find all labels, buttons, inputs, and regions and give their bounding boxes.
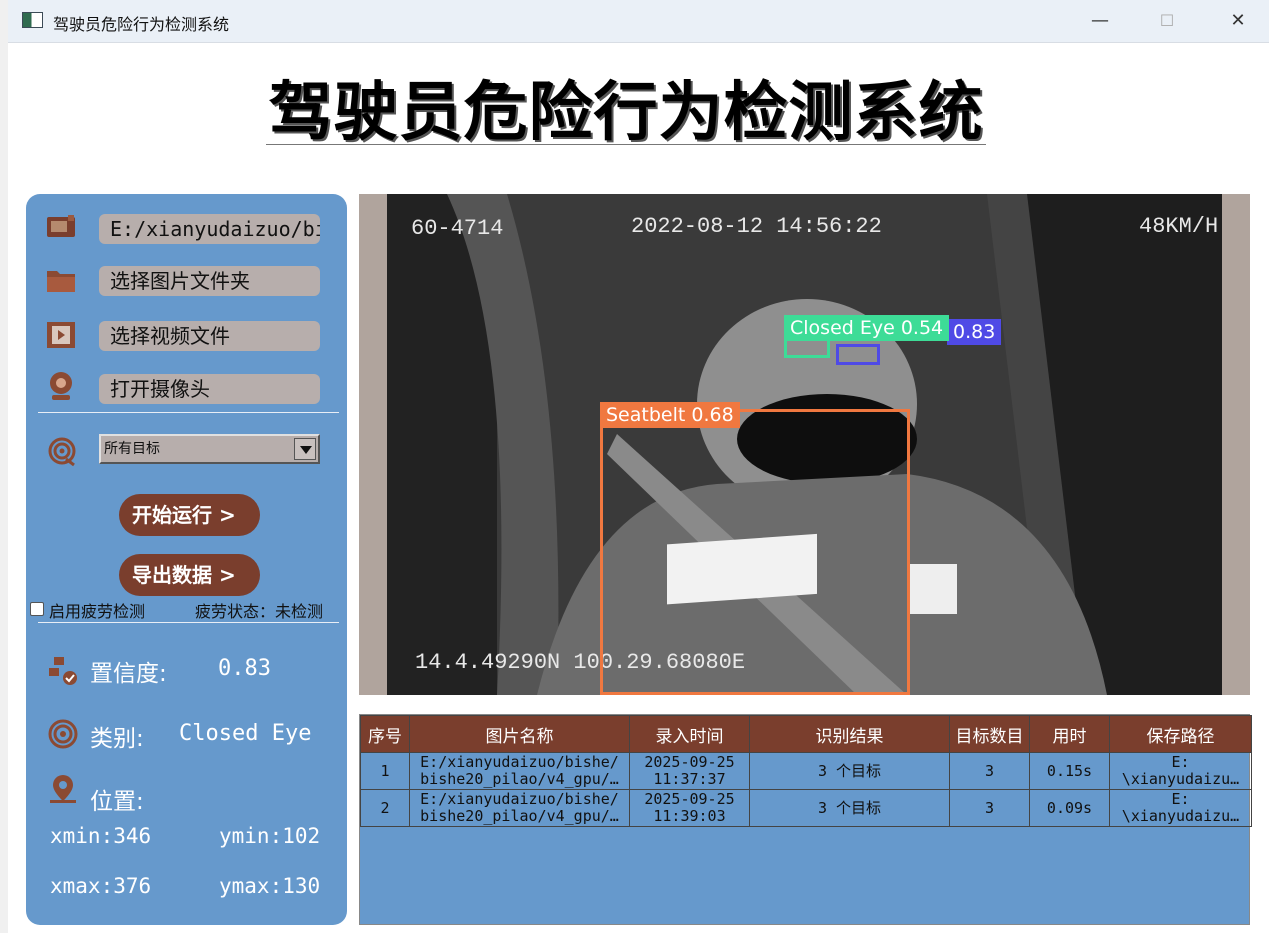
window-title: 驾驶员危险行为检测系统 bbox=[53, 15, 230, 34]
export-data-button[interactable]: 导出数据 > bbox=[119, 554, 260, 596]
fatigue-checkbox-label: 启用疲劳检测 bbox=[49, 602, 146, 621]
cell-result: 3 个目标 bbox=[749, 752, 950, 790]
select-video-button[interactable]: 选择视频文件 bbox=[99, 321, 320, 351]
ymin-value: ymin:102 bbox=[219, 824, 321, 848]
cell-name-line1: E:/xianyudaizuo/bishe/ bbox=[420, 754, 619, 771]
confidence-value: 0.83 bbox=[218, 656, 271, 681]
chevron-down-icon[interactable] bbox=[294, 438, 316, 460]
divider bbox=[38, 622, 339, 623]
detection-box-eye bbox=[836, 344, 880, 365]
column-header[interactable]: 录入时间 bbox=[629, 715, 750, 753]
detection-box-closed-eye bbox=[784, 338, 830, 358]
page-title: 驾驶员危险行为检测系统 bbox=[268, 76, 984, 150]
column-header[interactable]: 识别结果 bbox=[749, 715, 950, 753]
minimize-button[interactable]: — bbox=[1085, 8, 1115, 34]
divider bbox=[38, 412, 339, 413]
main-window: 驾驶员危险行为检测系统 E:/xianyudaizuo/bis 选择图片文件夹 … bbox=[8, 43, 1269, 933]
column-header[interactable]: 用时 bbox=[1029, 715, 1110, 753]
cell-name: E:/xianyudaizuo/bishe/bishe20_pilao/v4_g… bbox=[409, 752, 630, 790]
xmax-value: xmax:376 bbox=[50, 874, 152, 898]
cell-path-line1: E: bbox=[1171, 754, 1190, 771]
select-folder-button[interactable]: 选择图片文件夹 bbox=[99, 266, 320, 296]
class-value: Closed Eye bbox=[179, 721, 312, 746]
cell-path-line2: \xianyudaizu… bbox=[1121, 771, 1240, 788]
folder-icon[interactable] bbox=[46, 267, 76, 293]
location-icon bbox=[50, 775, 76, 803]
title-bar: 驾驶员危险行为检测系统 — ☐ ✕ bbox=[8, 0, 1269, 43]
close-button[interactable]: ✕ bbox=[1223, 8, 1253, 34]
ymax-value: ymax:130 bbox=[219, 874, 321, 898]
cell-time-line1: 2025-09-25 bbox=[644, 791, 735, 808]
cell-path: E: \xianyudaizu… bbox=[1109, 789, 1252, 827]
cell-name: E:/xianyudaizuo/bishe/bishe20_pilao/v4_g… bbox=[409, 789, 630, 827]
image-file-icon[interactable] bbox=[46, 214, 76, 238]
plate-text: 60-4714 bbox=[411, 216, 504, 241]
image-path-button[interactable]: E:/xianyudaizuo/bis bbox=[99, 214, 320, 244]
target-icon bbox=[48, 437, 76, 467]
column-header[interactable]: 保存路径 bbox=[1109, 715, 1252, 753]
detection-box-seatbelt bbox=[600, 409, 910, 695]
app-icon bbox=[22, 12, 43, 28]
speed-text: 48KM/H bbox=[1139, 214, 1219, 239]
open-camera-button[interactable]: 打开摄像头 bbox=[99, 374, 320, 404]
column-header[interactable]: 序号 bbox=[360, 715, 410, 753]
confidence-label: 置信度: bbox=[90, 661, 167, 687]
confidence-icon bbox=[49, 657, 77, 685]
cell-result: 3 个目标 bbox=[749, 789, 950, 827]
cell-time-line1: 2025-09-25 bbox=[644, 754, 735, 771]
class-label: 类别: bbox=[90, 726, 144, 752]
start-run-button[interactable]: 开始运行 > bbox=[119, 494, 260, 536]
fatigue-checkbox[interactable] bbox=[30, 602, 44, 616]
cell-path-line2: \xianyudaizu… bbox=[1121, 808, 1240, 825]
detection-image: 60-4714 2022-08-12 14:56:22 48KM/H 14.4.… bbox=[387, 194, 1222, 695]
cell-duration: 0.09s bbox=[1029, 789, 1110, 827]
cell-path-line1: E: bbox=[1171, 791, 1190, 808]
detection-label-seatbelt: Seatbelt 0.68 bbox=[600, 402, 740, 428]
cell-time: 2025-09-25 11:37:37 bbox=[629, 752, 750, 790]
column-header[interactable]: 图片名称 bbox=[409, 715, 630, 753]
cell-time-line2: 11:39:03 bbox=[653, 808, 726, 825]
target-select-value: 所有目标 bbox=[104, 441, 160, 457]
detection-label-closed-eye: Closed Eye 0.54 bbox=[784, 315, 950, 341]
cell-count: 3 bbox=[949, 789, 1030, 827]
cell-duration: 0.15s bbox=[1029, 752, 1110, 790]
cell-path: E: \xianyudaizu… bbox=[1109, 752, 1252, 790]
cell-index: 1 bbox=[360, 752, 410, 790]
video-icon[interactable] bbox=[46, 321, 76, 349]
cell-name-line2: bishe20_pilao/v4_gpu/… bbox=[420, 771, 619, 788]
maximize-button[interactable]: ☐ bbox=[1152, 8, 1182, 34]
class-icon bbox=[48, 719, 78, 749]
fatigue-status: 疲劳状态：未检测 bbox=[195, 602, 324, 621]
cell-name-line1: E:/xianyudaizuo/bishe/ bbox=[420, 791, 619, 808]
cell-count: 3 bbox=[949, 752, 1030, 790]
cell-name-line2: bishe20_pilao/v4_gpu/… bbox=[420, 808, 619, 825]
cell-time: 2025-09-25 11:39:03 bbox=[629, 789, 750, 827]
cell-time-line2: 11:37:37 bbox=[653, 771, 726, 788]
timestamp-text: 2022-08-12 14:56:22 bbox=[631, 214, 882, 239]
detection-label-eye: 0.83 bbox=[947, 319, 1002, 345]
control-panel: E:/xianyudaizuo/bis 选择图片文件夹 选择视频文件 打开摄像头… bbox=[26, 194, 347, 925]
title-divider bbox=[266, 144, 986, 145]
camera-icon[interactable] bbox=[48, 371, 74, 401]
table-row[interactable]: 1 E:/xianyudaizuo/bishe/bishe20_pilao/v4… bbox=[360, 752, 1252, 790]
image-display: 60-4714 2022-08-12 14:56:22 48KM/H 14.4.… bbox=[359, 194, 1250, 695]
table-header-row: 序号 图片名称 录入时间 识别结果 目标数目 用时 保存路径 bbox=[360, 715, 1252, 753]
table-row[interactable]: 2 E:/xianyudaizuo/bishe/bishe20_pilao/v4… bbox=[360, 789, 1252, 827]
cell-index: 2 bbox=[360, 789, 410, 827]
results-table[interactable]: 序号 图片名称 录入时间 识别结果 目标数目 用时 保存路径 1 E:/xian… bbox=[359, 714, 1252, 925]
xmin-value: xmin:346 bbox=[50, 824, 152, 848]
target-select[interactable]: 所有目标 bbox=[99, 434, 320, 464]
column-header[interactable]: 目标数目 bbox=[949, 715, 1030, 753]
position-label: 位置: bbox=[90, 789, 144, 815]
